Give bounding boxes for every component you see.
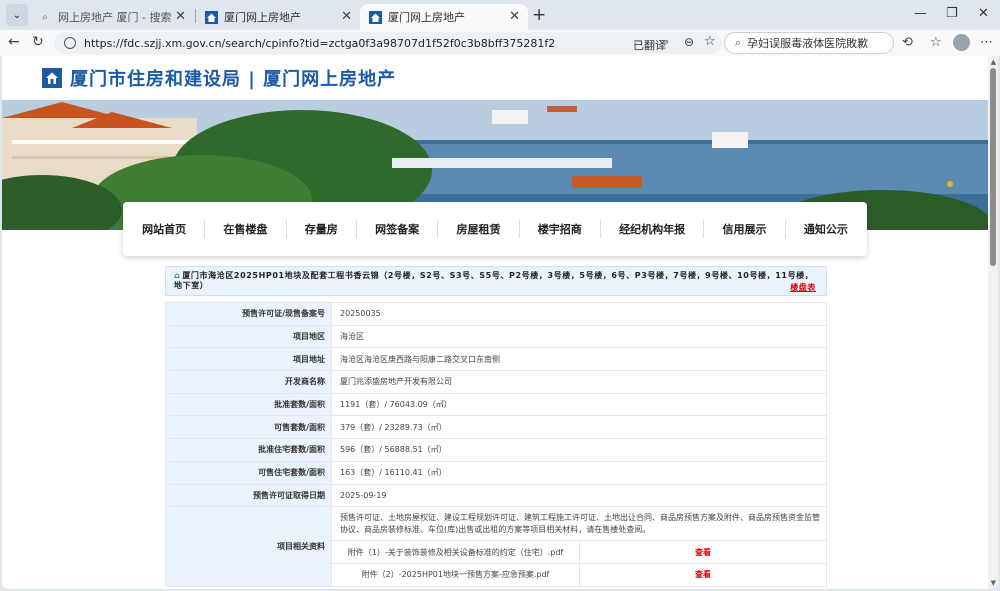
nav-divider <box>784 220 786 238</box>
site-logo-icon <box>368 10 382 24</box>
nav-divider <box>518 220 520 238</box>
site-title[interactable]: 厦门市住房和建设局 | 厦门网上房地产 <box>70 65 396 91</box>
scrollbar-thumb[interactable] <box>990 68 996 266</box>
project-title: 厦门市海沧区2025HP01地块及配套工程书香云锦（2号楼，S2号、S3号、S5… <box>174 271 814 290</box>
search-icon: ⌕ <box>735 36 742 49</box>
new-tab-button[interactable]: + <box>532 5 546 25</box>
nav-divider <box>437 220 439 238</box>
table-row: 预售许可证取得日期 2025-09-19 <box>165 483 827 508</box>
table-row: 批准住宅套数/面积 596（套）/ 56888.51（㎡） <box>165 438 827 462</box>
table-row: 开发商名称 厦门兆添盛房地产开发有限公司 <box>165 370 827 394</box>
browser-search-box[interactable]: ⌕ 孕妇误服毒液体医院敗歉 <box>724 32 894 54</box>
extensions-icon[interactable]: ⟲ <box>902 35 913 50</box>
close-icon[interactable]: ✕ <box>341 9 352 24</box>
search-icon: ⌕ <box>42 11 48 23</box>
close-icon[interactable]: ✕ <box>509 9 520 24</box>
materials-description: 预售许可证、土地房屋权证、建设工程规划许可证、建筑工程施工许可证、土地出让合同、… <box>331 506 827 542</box>
nav-home[interactable]: 网站首页 <box>142 221 186 237</box>
address-bar[interactable]: https://fdc.szjj.xm.gov.cn/search/cpinfo… <box>54 32 722 54</box>
scroll-up-icon[interactable]: ▲ <box>991 58 996 66</box>
nav-rental[interactable]: 房屋租赁 <box>456 221 500 237</box>
window-close-button[interactable]: ✕ <box>978 6 989 21</box>
table-row: 可售套数/面积 379（套）/ 23289.73（㎡） <box>165 415 827 440</box>
translate-icon[interactable]: ᵃ <box>664 37 668 50</box>
view-attachment-link[interactable]: 查看 <box>579 562 827 587</box>
reload-button[interactable]: ↻ <box>32 34 44 50</box>
site-info-icon[interactable] <box>64 37 76 49</box>
scroll-down-icon[interactable]: ▼ <box>991 579 996 587</box>
site-logo-icon <box>204 10 218 24</box>
table-row: 可售住宅套数/面积 163（套）/ 16110.41（㎡） <box>165 460 827 485</box>
main-navigation: 网站首页 在售楼盘 存量房 网签备案 房屋租赁 楼宇招商 经纪机构年报 信用展示… <box>123 202 867 256</box>
site-logo-icon <box>42 68 62 88</box>
nav-notices[interactable]: 通知公示 <box>804 221 848 237</box>
zoom-icon[interactable]: ⊖ <box>684 35 694 49</box>
page-viewport: 厦门市住房和建设局 | 厦门网上房地产 网站首页 在售楼盘 存量房 网签备案 房… <box>2 56 998 589</box>
minimize-button[interactable]: — <box>914 6 927 21</box>
tab-fdc-active[interactable]: 厦门网上房地产 ✕ <box>360 4 528 30</box>
project-title-bar: ⌂ 厦门市海沧区2025HP01地块及配套工程书香云锦（2号楼，S2号、S3号、S… <box>165 266 827 296</box>
nav-credit[interactable]: 信用展示 <box>722 221 766 237</box>
site-header: 厦门市住房和建设局 | 厦门网上房地产 <box>2 56 988 100</box>
browser-tab-bar: ⌄ ⌕ 网上房地产 厦门 - 搜索 ✕ 厦门网上房地产 ✕ 厦门网上房地产 ✕ … <box>0 0 1000 30</box>
table-row: 项目相关资料 预售许可证、土地房屋权证、建设工程规划许可证、建筑工程施工许可证、… <box>165 506 827 587</box>
nav-divider <box>204 220 206 238</box>
tab-fdc-1[interactable]: 厦门网上房地产 ✕ <box>196 4 360 30</box>
nav-building-leasing[interactable]: 楼宇招商 <box>538 221 582 237</box>
table-row: 批准套数/面积 1191（套）/ 76043.09（㎡） <box>165 392 827 417</box>
nav-divider <box>355 220 357 238</box>
translated-indicator[interactable]: 已翻译 <box>633 37 666 53</box>
page-scrollbar[interactable]: ▲ ▼ <box>988 56 998 589</box>
chevron-down-icon: ⌄ <box>12 9 22 21</box>
house-icon: ⌂ <box>174 271 181 280</box>
back-button[interactable]: ← <box>8 34 20 50</box>
attachment-name: 附件（1）-关于装饰装修及相关设备标准的约定（住宅）.pdf <box>331 540 580 564</box>
table-row: 项目地区 海沧区 <box>165 324 827 349</box>
project-info-table: 预售许可证/现售备案号 20250035 项目地区 海沧区 项目地址 海沧区海沧区庚西… <box>165 302 827 587</box>
attachment-name: 附件（2）-2025HP01地块一预售方案-应急预案.pdf <box>331 562 580 587</box>
tab-actions-button[interactable]: ⌄ <box>6 4 28 26</box>
nav-divider <box>285 220 287 238</box>
nav-contract-filing[interactable]: 网签备案 <box>375 221 419 237</box>
nav-divider <box>599 220 601 238</box>
nav-divider <box>703 220 705 238</box>
browser-toolbar: ← ↻ https://fdc.szjj.xm.gov.cn/search/cp… <box>0 30 1000 56</box>
tab-search[interactable]: ⌕ 网上房地产 厦门 - 搜索 ✕ <box>30 4 194 30</box>
nav-on-sale[interactable]: 在售楼盘 <box>223 221 267 237</box>
more-menu-icon[interactable]: ⋯ <box>980 35 993 50</box>
favorite-star-icon[interactable]: ☆ <box>704 34 716 49</box>
view-attachment-link[interactable]: 查看 <box>579 540 827 564</box>
table-row: 项目地址 海沧区海沧区庚西路与阳康二路交叉口东南侧 <box>165 347 827 372</box>
favorites-icon[interactable]: ☆ <box>930 35 942 50</box>
nav-agency-reports[interactable]: 经纪机构年报 <box>619 221 685 237</box>
profile-avatar[interactable] <box>953 34 970 51</box>
close-icon[interactable]: ✕ <box>175 9 186 24</box>
restore-button[interactable]: ❐ <box>946 6 958 21</box>
nav-existing-housing[interactable]: 存量房 <box>305 221 338 237</box>
table-row: 预售许可证/现售备案号 20250035 <box>165 302 827 326</box>
building-table-link[interactable]: 楼盘表 <box>790 283 816 293</box>
